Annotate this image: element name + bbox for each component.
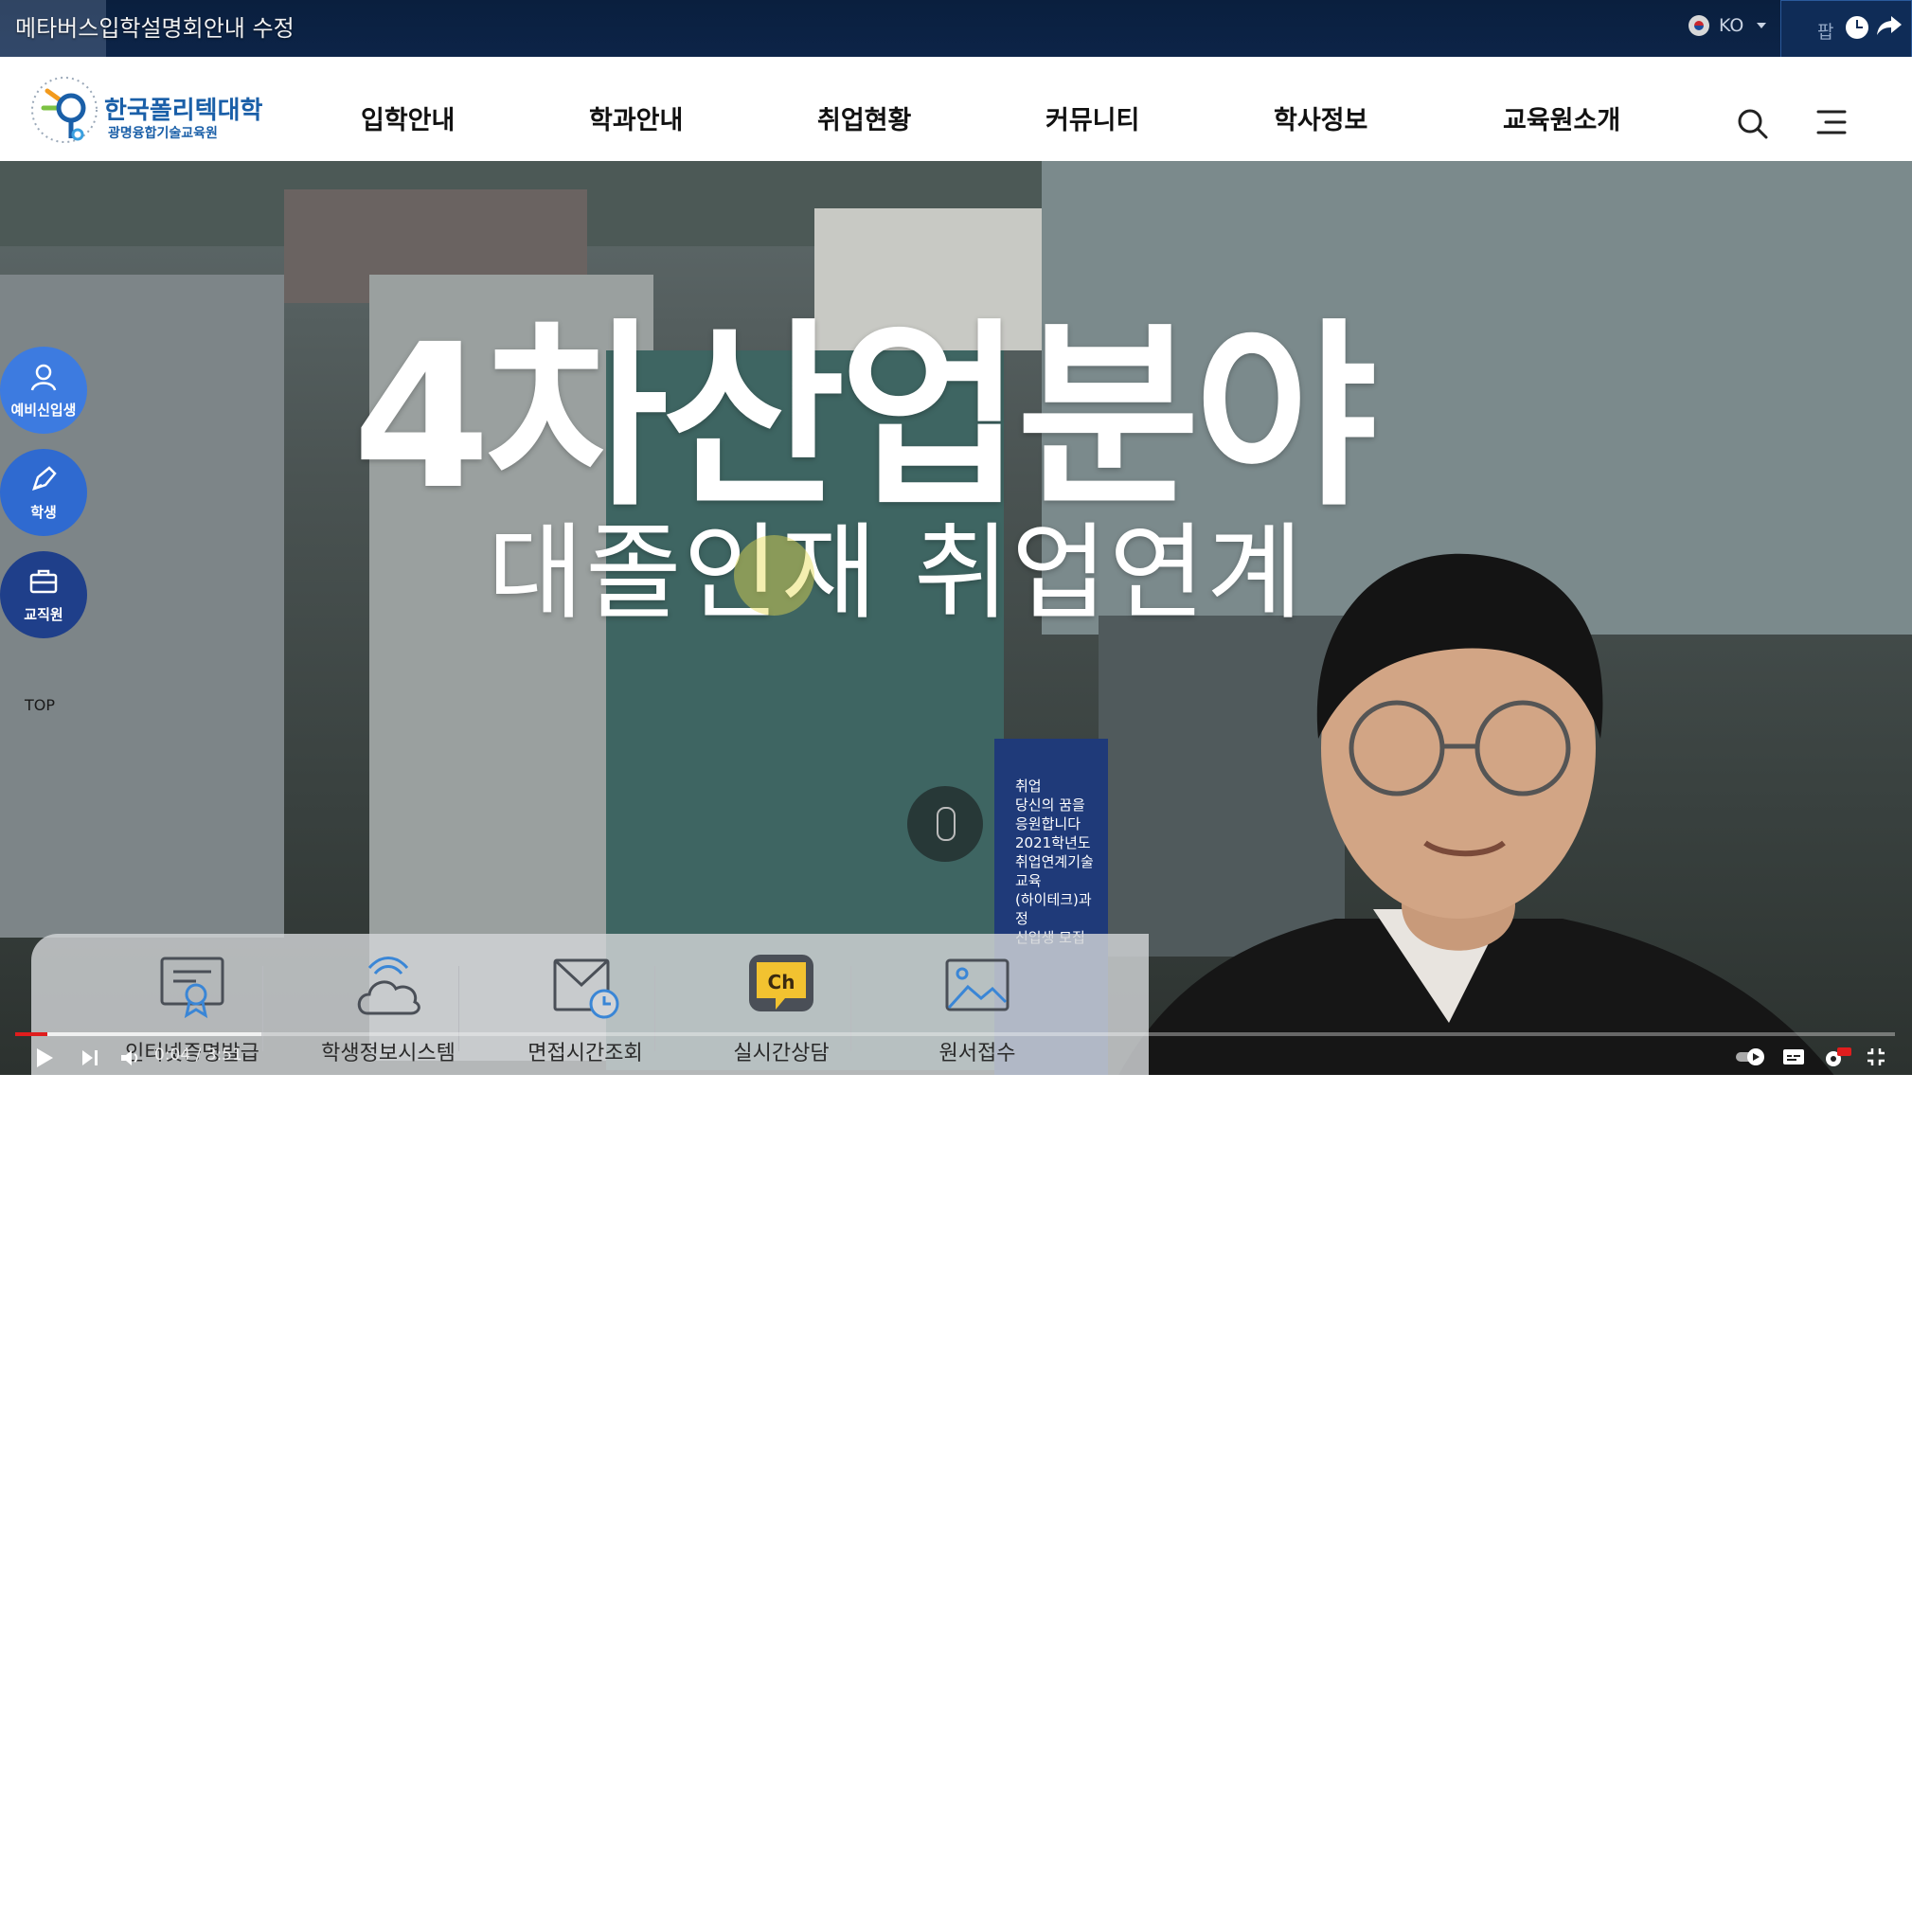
language-label: KO [1719, 15, 1744, 36]
top-button[interactable]: TOP [25, 696, 55, 714]
person-icon [28, 362, 59, 396]
video-top-bar: 메타버스입학설명회안내 수정 KO 팝 [0, 0, 1912, 59]
briefcase-icon [28, 566, 59, 600]
play-icon[interactable] [34, 1046, 55, 1073]
pen-icon [28, 464, 59, 498]
logo-campus: 광명융합기술교육원 [108, 126, 218, 141]
side-student-label: 학생 [30, 504, 57, 521]
nav-departments[interactable]: 학과안내 [589, 99, 683, 136]
next-icon[interactable] [80, 1046, 100, 1073]
caret-down-icon [1757, 23, 1767, 28]
quick-link-label: 실시간상담 [733, 1042, 830, 1065]
nav-academic[interactable]: 학사정보 [1274, 99, 1367, 136]
side-prospective-label: 예비신입생 [10, 402, 77, 419]
logo-emblem-icon [31, 77, 98, 143]
site-header: 한국폴리텍대학 광명융합기술교육원 입학안내 학과안내 취업현황 커뮤니티 학사… [0, 57, 1912, 162]
nav-community[interactable]: 커뮤니티 [1045, 99, 1139, 136]
quick-link-label: 학생정보시스템 [321, 1042, 456, 1065]
time-total: 3:51 [205, 1046, 242, 1064]
time-separator: / [195, 1046, 202, 1064]
video-title[interactable]: 메타버스입학설명회안내 수정 [15, 9, 295, 43]
autoplay-toggle-icon[interactable] [1735, 1046, 1767, 1071]
kakao-channel-icon-text: Ch [768, 971, 795, 993]
college-logo[interactable]: 한국폴리텍대학 광명융합기술교육원 [28, 72, 262, 148]
progress-buffered [15, 1032, 261, 1036]
settings-icon[interactable] [1824, 1046, 1852, 1073]
side-staff-label: 교직원 [24, 606, 63, 623]
time-display: 0:04 / 3:51 [154, 1046, 242, 1064]
side-student-button[interactable]: 학생 [0, 449, 87, 536]
mail-clock-icon [553, 958, 619, 1019]
nav-admission[interactable]: 입학안내 [361, 99, 455, 136]
side-staff-button[interactable]: 교직원 [0, 551, 87, 638]
divider [654, 966, 655, 1051]
logo-name: 한국폴리텍대학 [104, 97, 263, 125]
watch-later-icon[interactable] [1846, 16, 1868, 39]
presenter-video [1118, 553, 1834, 1075]
progress-bar[interactable] [15, 1032, 1895, 1036]
hamburger-menu-icon[interactable] [1816, 109, 1847, 139]
progress-played [15, 1032, 47, 1036]
exit-fullscreen-icon[interactable] [1866, 1046, 1886, 1071]
korea-flag-icon [1689, 15, 1709, 36]
language-selector[interactable]: KO [1689, 15, 1767, 36]
subtitles-icon[interactable] [1782, 1046, 1805, 1071]
quick-link-label: 원서접수 [938, 1042, 1016, 1065]
nav-employment[interactable]: 취업현황 [817, 99, 911, 136]
image-icon [945, 958, 1010, 1011]
side-prospective-button[interactable]: 예비신입생 [0, 347, 87, 434]
time-current: 0:04 [154, 1046, 191, 1064]
certificate-icon [160, 957, 224, 1019]
divider [262, 966, 263, 1051]
popup-button[interactable]: 팝 [1780, 0, 1912, 59]
volume-icon[interactable] [119, 1046, 140, 1073]
cloud-wifi-icon [357, 957, 420, 1015]
divider [458, 966, 459, 1051]
nav-about[interactable]: 교육원소개 [1503, 99, 1620, 136]
divider [850, 966, 851, 1051]
cursor-highlight [734, 535, 814, 616]
share-icon[interactable] [1876, 14, 1903, 41]
scroll-mouse-icon[interactable] [907, 786, 983, 862]
quick-link-label: 면접시간조회 [527, 1042, 643, 1065]
search-icon[interactable] [1737, 108, 1769, 144]
kakao-channel-icon: Ch [749, 955, 813, 1011]
popup-button-label: 팝 [1817, 22, 1834, 43]
